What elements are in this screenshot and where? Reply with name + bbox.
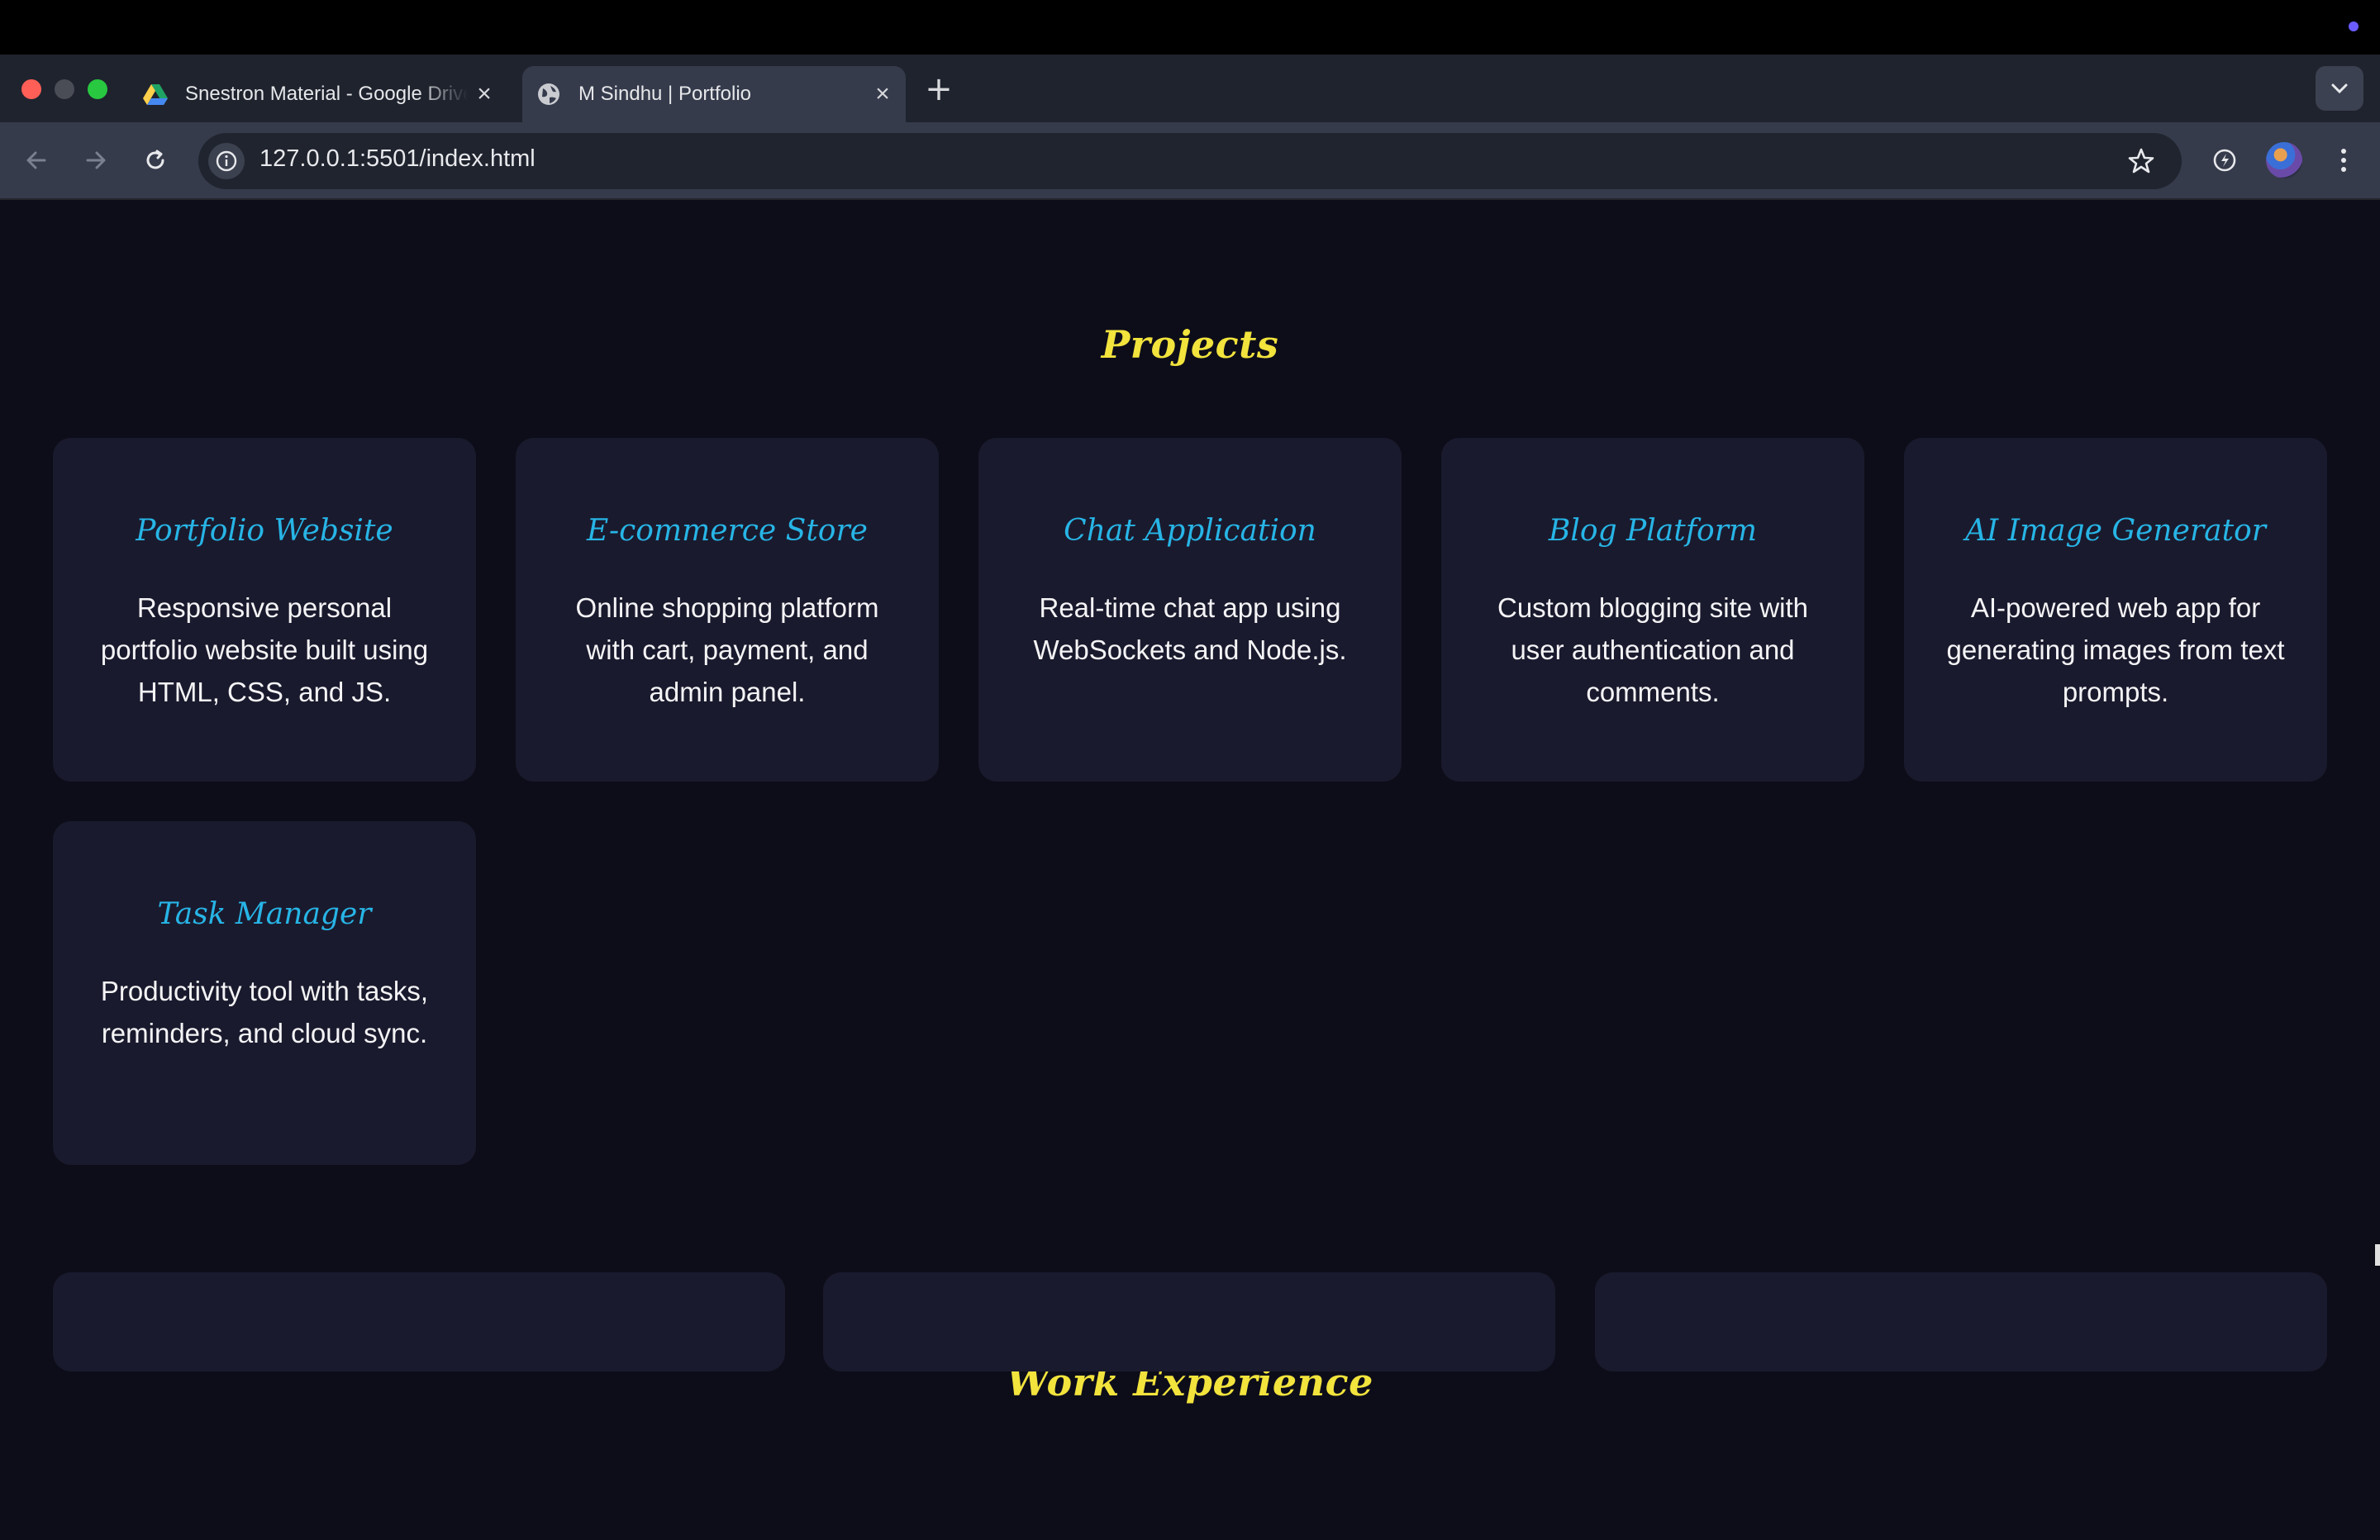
tab-search-button[interactable] [2316,66,2363,111]
tab-portfolio[interactable]: M Sindhu | Portfolio × [522,66,906,122]
project-card[interactable]: Portfolio Website Responsive personal po… [53,438,476,782]
menu-bar [0,0,2380,55]
project-card[interactable]: Blog Platform Custom blogging site with … [1441,438,1864,782]
star-icon [2128,148,2154,173]
status-dot [2349,21,2359,31]
projects-heading: Projects [1101,322,1279,367]
arrow-right-icon [86,151,106,169]
reload-icon [146,150,164,169]
experience-card[interactable] [823,1272,1555,1371]
project-title: Task Manager [157,897,372,931]
chevron-down-icon [2331,83,2348,94]
project-card[interactable]: AI Image Generator AI-powered web app fo… [1904,438,2327,782]
project-card[interactable]: Task Manager Productivity tool with task… [53,821,476,1165]
info-icon [216,150,237,172]
project-title: AI Image Generator [1965,514,2266,548]
experience-card[interactable] [1595,1272,2327,1371]
tab-title: Snestron Material - Google Drive [185,83,468,105]
project-title: Portfolio Website [136,514,393,548]
site-info-button[interactable] [208,143,245,179]
url-text[interactable]: 127.0.0.1:5501/index.html [259,145,536,173]
project-card[interactable]: Chat Application Real-time chat app usin… [978,438,1402,782]
project-title: E-commerce Store [587,514,868,548]
globe-icon [538,83,559,105]
project-description: AI-powered web app for generating images… [1946,592,2285,707]
project-title: Chat Application [1064,514,1316,548]
project-description: Responsive personal portfolio website bu… [100,592,429,707]
new-tab-button[interactable]: + [919,69,959,109]
tab-close-icon[interactable]: × [468,78,501,111]
project-title: Blog Platform [1548,514,1758,548]
profile-avatar[interactable] [2266,142,2302,178]
bolt-icon [2213,149,2236,172]
forward-button[interactable] [76,140,116,180]
project-description: Real-time chat app using WebSockets and … [1033,592,1347,665]
window-zoom-button[interactable] [88,79,107,99]
arrow-left-icon [26,151,46,169]
extension-button[interactable] [2205,140,2244,180]
tab-close-icon[interactable]: × [866,78,899,111]
experience-card[interactable] [53,1272,785,1371]
reload-button[interactable] [136,140,175,180]
bookmark-button[interactable] [2122,142,2160,180]
tab-google-drive[interactable]: Snestron Material - Google Drive × [139,66,507,122]
window-minimize-button[interactable] [55,79,74,99]
project-description: Custom blogging site with user authentic… [1497,592,1809,707]
project-card[interactable]: E-commerce Store Online shopping platfor… [516,438,939,782]
project-description: Productivity tool with tasks, reminders,… [100,976,429,1048]
google-drive-icon [143,84,168,105]
back-button[interactable] [17,140,56,180]
window-close-button[interactable] [21,79,41,99]
browser-menu-button[interactable] [2325,140,2362,180]
tab-title: M Sindhu | Portfolio [578,83,752,105]
text-cursor [2375,1244,2380,1266]
more-vertical-icon [2341,149,2346,172]
project-description: Online shopping platform with cart, paym… [575,592,879,707]
